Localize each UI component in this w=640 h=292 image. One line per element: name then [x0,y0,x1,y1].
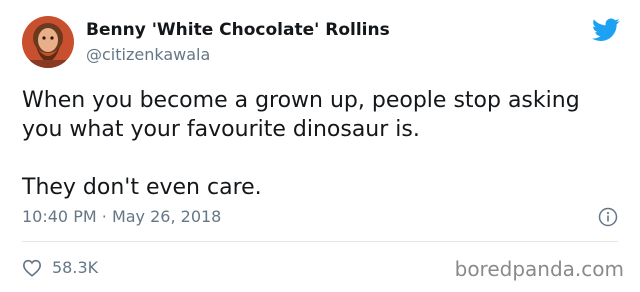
twitter-bird-icon[interactable] [592,18,620,42]
tweet-timestamp[interactable]: 10:40 PM · May 26, 2018 [22,207,221,226]
author-handle[interactable]: @citizenkawala [86,45,390,64]
like-count: 58.3K [52,258,99,277]
tweet-card: Benny 'White Chocolate' Rollins @citizen… [0,0,640,292]
tweet-time: 10:40 PM [22,207,97,226]
watermark-text: boredpanda.com [454,257,624,281]
like-action[interactable]: 58.3K [22,258,98,277]
tweet-text-line-1: When you become a grown up, people stop … [22,88,580,142]
tweet-header: Benny 'White Chocolate' Rollins @citizen… [22,16,390,68]
info-icon[interactable] [598,207,618,227]
tweet-body: When you become a grown up, people stop … [22,86,622,202]
divider [22,241,618,242]
avatar[interactable] [22,16,74,68]
heart-icon[interactable] [22,259,42,277]
timestamp-separator: · [101,207,107,226]
avatar-image [22,16,74,68]
tweet-text-line-2: They don't even care. [22,175,262,200]
author-names: Benny 'White Chocolate' Rollins @citizen… [86,20,390,64]
author-display-name[interactable]: Benny 'White Chocolate' Rollins [86,20,390,40]
tweet-date: May 26, 2018 [111,207,222,226]
